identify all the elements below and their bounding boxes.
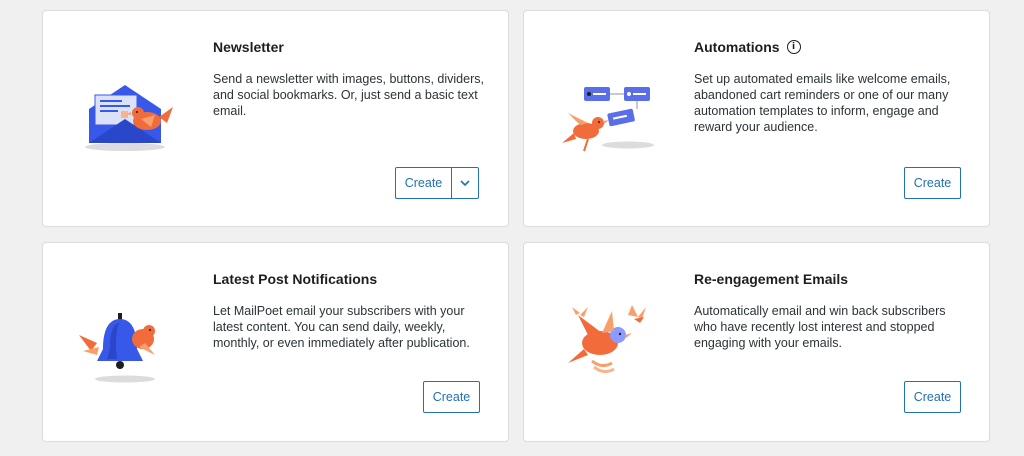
bell-bird-illustration [79,313,155,383]
newsletter-description: Send a newsletter with images, buttons, … [213,72,484,118]
re-engagement-emails-card: Re-engagement Emails Automatically email… [523,242,990,442]
newsletter-title: Newsletter [213,39,284,55]
flying-birds-illustration [568,305,646,374]
re-engagement-emails-description: Automatically email and win back subscri… [694,304,946,350]
automations-title-text: Automations [694,39,780,55]
re-engagement-emails-create-button[interactable]: Create [904,381,961,413]
automation-flow-bird-illustration [562,87,654,152]
re-engagement-emails-title: Re-engagement Emails [694,271,849,287]
latest-post-notifications-create-button[interactable]: Create [423,381,480,413]
chevron-down-icon [460,180,470,186]
latest-post-notifications-description: Let MailPoet email your subscribers with… [213,304,470,350]
automations-description: Set up automated emails like welcome ema… [694,72,951,134]
automations-create-button[interactable]: Create [904,167,961,199]
automations-card: Automations i Set up automated emails li… [523,10,990,227]
latest-post-notifications-card: Latest Post Notifications Let MailPoet e… [42,242,509,442]
automations-title: Automations i [694,39,801,55]
newsletter-card: Newsletter Send a newsletter with images… [42,10,509,227]
newsletter-create-dropdown-toggle[interactable] [451,167,479,199]
newsletter-create-button[interactable]: Create [395,167,452,199]
envelope-bird-illustration [85,85,173,151]
latest-post-notifications-title: Latest Post Notifications [213,271,378,287]
info-icon[interactable]: i [786,40,801,54]
newsletter-create-split-button: Create [395,167,479,199]
